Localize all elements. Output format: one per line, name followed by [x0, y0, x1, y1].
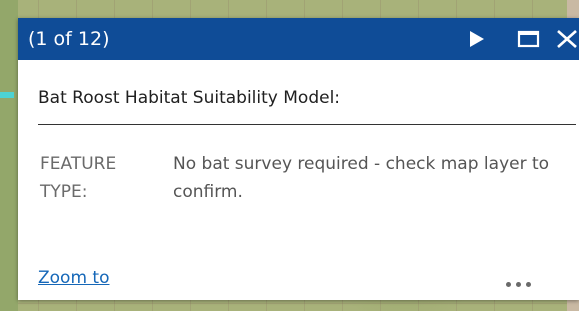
map-feature-accent	[0, 92, 14, 98]
popup-content-title: Bat Roost Habitat Suitability Model:	[38, 88, 341, 108]
play-triangle-icon	[470, 31, 484, 47]
popup-header: (1 of 12)	[18, 18, 579, 60]
maximize-button[interactable]	[516, 26, 542, 52]
maximize-square-icon	[517, 30, 540, 48]
close-button[interactable]	[554, 26, 579, 52]
ellipsis-icon	[506, 282, 511, 287]
feature-popup: (1 of 12) Bat Roost Habitat Suitability …	[18, 18, 579, 300]
field-label-feature-type: FEATURE TYPE:	[40, 154, 117, 202]
more-actions-button[interactable]	[506, 272, 540, 287]
popup-page-indicator: (1 of 12)	[28, 28, 110, 50]
field-value-feature-type: No bat survey required - check map layer…	[173, 154, 550, 202]
next-feature-button[interactable]	[464, 26, 490, 52]
map-edge-left	[0, 0, 18, 311]
ellipsis-icon	[516, 282, 521, 287]
ellipsis-icon	[526, 282, 531, 287]
zoom-to-link[interactable]: Zoom to	[38, 268, 109, 288]
title-divider	[38, 124, 576, 125]
close-x-icon	[557, 30, 577, 48]
